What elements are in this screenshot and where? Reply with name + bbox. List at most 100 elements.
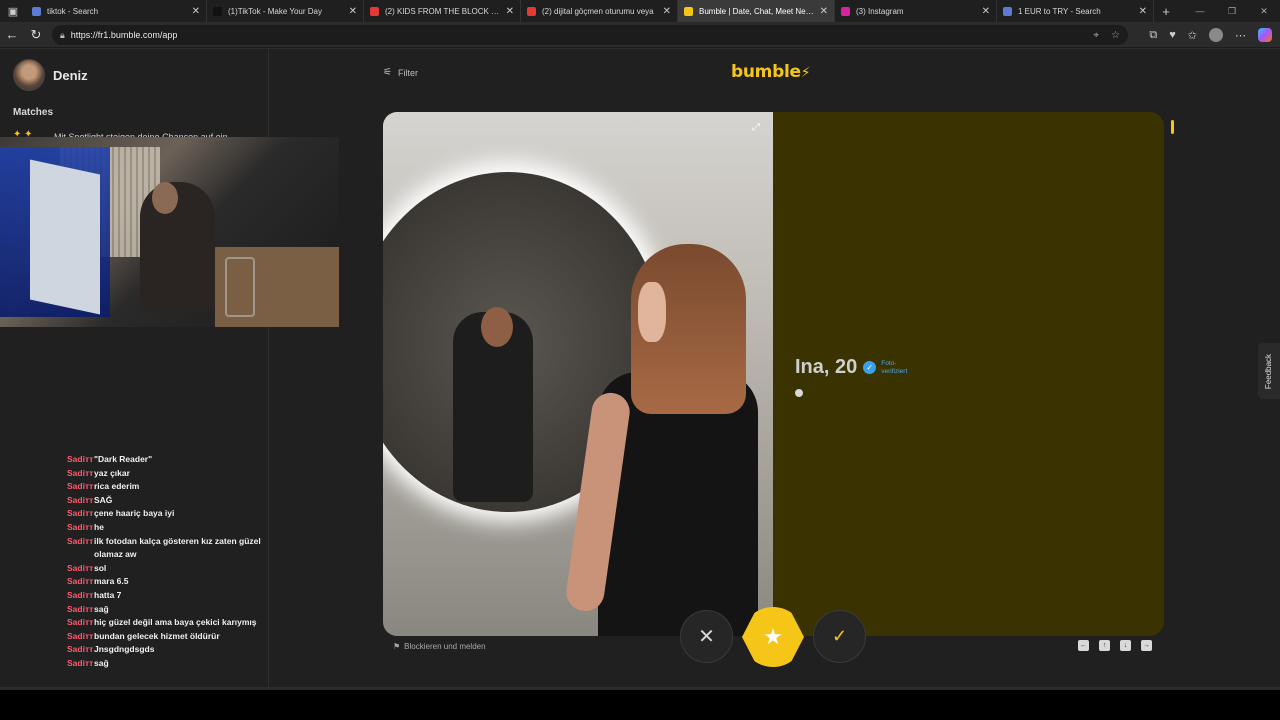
- own-profile[interactable]: Deniz: [13, 59, 88, 91]
- tab-title: Bumble | Date, Chat, Meet New F: [699, 6, 814, 16]
- check-icon: ✓: [831, 626, 848, 646]
- card-scrollbar[interactable]: [1171, 120, 1174, 134]
- chat-text: sağ: [94, 603, 109, 614]
- chat-message: Sadiтт bundan gelecek hizmet öldürür: [67, 630, 267, 644]
- filter-button[interactable]: ⚟ Filter: [383, 67, 418, 78]
- tab-favicon-icon: [684, 6, 693, 16]
- tab-favicon-icon: [213, 6, 222, 16]
- window-controls: — ❐ ✕: [1184, 0, 1280, 22]
- chat-username: Sadiтт: [67, 562, 94, 573]
- keyboard-hints: ← ↑ ↓ →: [1078, 640, 1152, 651]
- language-icon: [795, 389, 803, 397]
- new-tab-button[interactable]: +: [1154, 4, 1178, 19]
- tab-close-icon[interactable]: ✕: [506, 6, 514, 17]
- feedback-tab[interactable]: Feedback: [1258, 343, 1280, 399]
- chat-text: çene haariç baya iyi: [94, 508, 175, 519]
- chat-text: sağ: [94, 657, 109, 668]
- browser-tab[interactable]: tiktok - Search ✕: [26, 0, 207, 22]
- minimize-icon[interactable]: —: [1184, 0, 1216, 22]
- browser-tab[interactable]: (2) KIDS FROM THE BLOCK - You ✕: [364, 0, 521, 22]
- tab-title: (2) KIDS FROM THE BLOCK - You: [385, 6, 500, 16]
- tab-bar: ▣ tiktok - Search ✕ (1)TikTok - Make Your …: [0, 0, 1280, 22]
- chat-message: Sadiтт hiç güzel değil ama baya çekici ka…: [67, 616, 267, 630]
- tab-favicon-icon: [370, 6, 379, 16]
- extensions-icon[interactable]: ⧉: [1149, 29, 1157, 42]
- chat-text: yaz çıkar: [94, 467, 130, 478]
- chat-username: Sadiтт: [67, 508, 94, 519]
- bumble-app: Deniz Matches ✦ ✦ Mit Spotlight steigen …: [0, 49, 1280, 687]
- profile-avatar[interactable]: [1209, 28, 1223, 42]
- refresh-icon[interactable]: ↻: [24, 27, 48, 43]
- url-text[interactable]: https://fr1.bumble.com/app: [71, 30, 178, 40]
- profile-name: Ina, 20: [795, 356, 858, 378]
- chat-username: Sadiтт: [67, 535, 94, 546]
- chat-message: Sadiтт rica ederim: [67, 480, 267, 494]
- feedback-label: Feedback: [1264, 353, 1274, 389]
- close-window-icon[interactable]: ✕: [1248, 0, 1280, 22]
- location-icon[interactable]: ⌖: [1093, 30, 1099, 41]
- webcam-overlay: [0, 137, 339, 327]
- chat-text: sol: [94, 562, 107, 573]
- chat-message: Sadiтт sağ: [67, 657, 267, 671]
- chat-text: mara 6.5: [94, 576, 129, 587]
- chat-username: Sadiтт: [67, 521, 94, 532]
- copilot-icon[interactable]: [1258, 28, 1272, 42]
- address-bar[interactable]: 🔒︎ https://fr1.bumble.com/app ⌖ ☆: [52, 25, 1128, 45]
- favorite-star-icon[interactable]: ☆: [1111, 30, 1120, 41]
- bumble-logo[interactable]: bumble⚡︎: [731, 62, 811, 82]
- browser-essentials-icon[interactable]: ♥: [1169, 29, 1176, 41]
- chat-username: Sadiтт: [67, 576, 94, 587]
- chat-username: Sadiтт: [67, 454, 94, 464]
- tab-close-icon[interactable]: ✕: [820, 6, 828, 17]
- browser-tab[interactable]: (2) dijital göçmen oturumu veya ✕: [521, 0, 678, 22]
- avatar[interactable]: [13, 59, 45, 91]
- back-icon[interactable]: ←: [0, 27, 24, 42]
- tab-actions-icon[interactable]: ▣: [0, 0, 26, 22]
- chat-message: Sadiтт mara 6.5: [67, 575, 267, 589]
- profile-card: ⤢ Ina, 20 ✓ Foto-verifiziert: [383, 112, 1164, 636]
- browser-tab[interactable]: 1 EUR to TRY - Search ✕: [997, 0, 1154, 22]
- tab-close-icon[interactable]: ✕: [982, 6, 990, 17]
- tab-title: 1 EUR to TRY - Search: [1018, 6, 1101, 16]
- chat-message: Sadiтт çene haariç baya iyi: [67, 507, 267, 521]
- tab-close-icon[interactable]: ✕: [192, 6, 200, 17]
- stream-chat: Sadiтт "Dark Reader" Sadiтт yaz çıkar Sadiтт…: [67, 453, 267, 671]
- chat-username: Sadiтт: [67, 617, 94, 628]
- flag-icon: ⚑: [393, 642, 401, 651]
- tab-close-icon[interactable]: ✕: [663, 6, 671, 17]
- keyboard-key-icon: →: [1141, 640, 1152, 651]
- close-icon: ✕: [698, 626, 715, 648]
- chat-text: "Dark Reader": [94, 454, 153, 464]
- keyboard-key-icon: ↓: [1120, 640, 1131, 651]
- chat-text: hiç güzel değil ama baya çekici karıymış: [94, 617, 257, 628]
- block-report-link[interactable]: ⚑ Blockieren und melden: [393, 642, 486, 651]
- tab-close-icon[interactable]: ✕: [349, 6, 357, 17]
- profile-photo[interactable]: ⤢: [383, 112, 773, 636]
- browser-tab[interactable]: Bumble | Date, Chat, Meet New F ✕: [678, 0, 835, 22]
- chat-text: Jnsgdngdsgds: [94, 644, 155, 655]
- superswipe-button[interactable]: ★: [742, 607, 804, 667]
- lock-icon[interactable]: 🔒︎: [60, 30, 65, 41]
- browser-tab[interactable]: (3) Instagram ✕: [835, 0, 997, 22]
- user-name[interactable]: Deniz: [53, 68, 88, 83]
- address-bar-row: ← ↻ 🔒︎ https://fr1.bumble.com/app ⌖ ☆ ⧉ …: [0, 22, 1280, 48]
- chat-username: Sadiтт: [67, 657, 94, 668]
- expand-icon[interactable]: ⤢: [752, 122, 760, 133]
- tab-favicon-icon: [527, 6, 536, 16]
- matches-heading: Matches: [13, 107, 54, 118]
- swipe-actions: ✕ ★ ✓: [680, 607, 870, 667]
- favorites-icon[interactable]: ✩: [1188, 29, 1197, 42]
- tab-title: (3) Instagram: [856, 6, 904, 16]
- like-button[interactable]: ✓: [813, 610, 866, 663]
- tab-close-icon[interactable]: ✕: [1139, 6, 1147, 17]
- more-menu-icon[interactable]: ⋯: [1235, 29, 1246, 42]
- browser-tab[interactable]: (1)TikTok - Make Your Day ✕: [207, 0, 364, 22]
- tab-favicon-icon: [1003, 6, 1012, 16]
- restore-icon[interactable]: ❐: [1216, 0, 1248, 22]
- pass-button[interactable]: ✕: [680, 610, 733, 663]
- tab-title: tiktok - Search: [47, 6, 99, 16]
- keyboard-key-icon: ↑: [1099, 640, 1110, 651]
- chat-username: Sadiтт: [67, 494, 94, 505]
- chat-text: bundan gelecek hizmet öldürür: [94, 630, 220, 641]
- tab-title: (2) dijital göçmen oturumu veya: [542, 6, 654, 16]
